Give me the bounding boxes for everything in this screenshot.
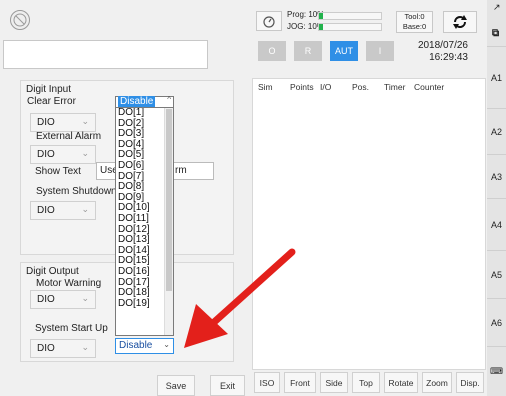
tool-base-box[interactable]: Tool:0 Base:0 <box>396 11 433 33</box>
red-arrow-annotation <box>184 248 296 348</box>
chevron-down-icon: ⌄ <box>81 293 89 303</box>
exit-button[interactable]: Exit <box>210 375 245 396</box>
axis-button-a2[interactable]: A2 <box>487 108 506 154</box>
mode-button-o[interactable]: O <box>258 41 286 61</box>
do-dropdown-list[interactable]: DO[1] DO[2] DO[3] DO[4] DO[5] DO[6] DO[7] DO[8]… <box>115 96 174 336</box>
external-alarm-label: External Alarm <box>36 131 102 142</box>
axis-button-a3[interactable]: A3 <box>487 154 506 198</box>
keyboard-button[interactable]: ⌨ <box>487 346 506 396</box>
datetime-display: 2018/07/26 16:29:43 <box>417 40 468 63</box>
text-input-box[interactable] <box>3 40 208 69</box>
chevron-down-icon: ⌄ <box>81 116 89 126</box>
chevron-down-icon: ⌄ <box>81 342 89 352</box>
axis-icon[interactable]: ⧉ <box>492 28 499 39</box>
gear-icon <box>13 13 27 27</box>
save-button[interactable]: Save <box>157 375 195 396</box>
chevron-down-icon: ⌄ <box>163 340 170 349</box>
tab-io[interactable]: I/O <box>320 82 331 92</box>
mode-button-i[interactable]: I <box>366 41 394 61</box>
view-button-side[interactable]: Side <box>320 372 348 393</box>
expand-icon[interactable]: ↗ <box>493 2 501 13</box>
tab-pos[interactable]: Pos. <box>352 82 369 92</box>
tab-sim[interactable]: Sim <box>258 82 273 92</box>
settings-icon-button[interactable] <box>10 10 30 30</box>
system-start-up-label: System Start Up <box>35 323 108 334</box>
view-button-zoom[interactable]: Zoom <box>422 372 452 393</box>
right-strip-top: ↗ ⧉ <box>487 0 506 46</box>
digit-output-title: Digit Output <box>26 266 79 277</box>
system-start-up-value-select[interactable]: Disable ⌄ <box>115 338 174 354</box>
axis-button-a1[interactable]: A1 <box>487 46 506 108</box>
axis-button-a4[interactable]: A4 <box>487 198 506 250</box>
tab-counter[interactable]: Counter <box>414 82 444 92</box>
clear-error-value-select[interactable]: Disable ^ <box>115 95 174 108</box>
mode-button-r[interactable]: R <box>294 41 322 61</box>
jog-speed-fill <box>319 24 323 30</box>
chevron-down-icon: ⌄ <box>81 148 89 158</box>
refresh-icon <box>453 15 467 29</box>
chevron-down-icon: ⌄ <box>81 204 89 214</box>
tab-points[interactable]: Points <box>290 82 314 92</box>
clear-error-label: Clear Error <box>27 96 76 107</box>
external-alarm-type-select[interactable]: DIO ⌄ <box>30 145 96 164</box>
speed-icon-button[interactable] <box>256 11 282 31</box>
keyboard-icon: ⌨ <box>490 366 503 376</box>
system-start-up-type-select[interactable]: DIO ⌄ <box>30 339 96 358</box>
view-button-rotate[interactable]: Rotate <box>384 372 418 393</box>
view-button-top[interactable]: Top <box>352 372 380 393</box>
view-button-front[interactable]: Front <box>284 372 316 393</box>
tab-timer[interactable]: Timer <box>384 82 405 92</box>
scroll-up-icon[interactable]: ^ <box>167 95 171 104</box>
prog-speed-bar <box>318 12 382 20</box>
system-shutdown-type-select[interactable]: DIO ⌄ <box>30 201 96 220</box>
motor-warning-label: Motor Warning <box>36 278 102 289</box>
motor-warning-type-select[interactable]: DIO ⌄ <box>30 290 96 309</box>
speedometer-icon <box>263 16 275 28</box>
prog-speed-fill <box>319 13 323 19</box>
system-shutdown-label: System Shutdown <box>36 186 117 197</box>
view-button-iso[interactable]: ISO <box>254 372 280 393</box>
jog-speed-bar <box>318 23 382 31</box>
mode-button-aut[interactable]: AUT <box>330 41 358 61</box>
show-text-label: Show Text <box>35 166 81 177</box>
axis-button-a6[interactable]: A6 <box>487 298 506 346</box>
digit-input-title: Digit Input <box>26 84 72 95</box>
view-button-disp[interactable]: Disp. <box>456 372 484 393</box>
clear-error-type-select[interactable]: DIO ⌄ <box>30 113 96 132</box>
axis-button-a5[interactable]: A5 <box>487 250 506 298</box>
sync-button[interactable] <box>443 11 477 33</box>
